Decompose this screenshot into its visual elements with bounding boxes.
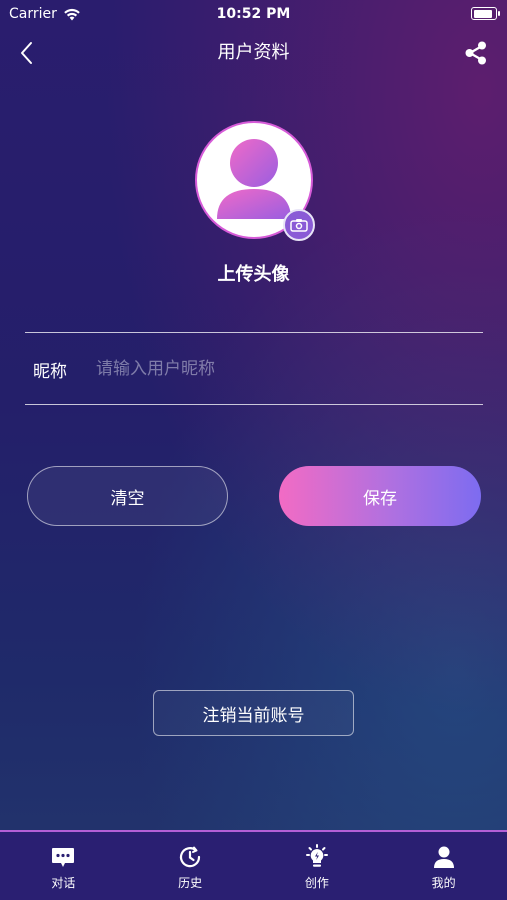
tab-create[interactable]: 创作 [254,832,381,900]
tab-history-label: 历史 [178,876,203,890]
bulb-icon [305,844,328,867]
page-title: 用户资料 [217,42,290,63]
history-icon [180,846,201,868]
status-time: 10:52 PM [216,6,291,22]
clear-button[interactable]: 清空 [27,466,228,526]
chat-icon [52,848,75,867]
save-button[interactable]: 保存 [279,466,481,526]
nav-bar: 用户资料 [0,28,507,78]
tab-chat[interactable]: 对话 [0,832,127,900]
tab-profile[interactable]: 我的 [380,832,507,900]
nickname-label: 昵称 [33,362,67,382]
avatar-upload[interactable] [195,121,315,241]
divider-bottom [25,404,483,405]
camera-icon [290,219,308,232]
tab-history[interactable]: 历史 [127,832,254,900]
battery-level [473,9,492,18]
upload-avatar-label: 上传头像 [217,264,290,285]
camera-button[interactable] [283,209,315,241]
logout-button-label: 注销当前账号 [202,705,305,726]
share-icon [465,41,486,65]
tab-profile-label: 我的 [431,876,456,890]
tab-chat-label: 对话 [51,876,76,890]
tab-bar: 对话 历史 创作 我的 [0,830,507,900]
status-bar: Carrier 10:52 PM [0,0,507,28]
save-button-label: 保存 [363,488,397,509]
nickname-input[interactable] [96,353,476,385]
tab-create-label: 创作 [304,876,329,890]
clear-button-label: 清空 [110,488,145,509]
logout-button[interactable]: 注销当前账号 [153,690,354,736]
share-button[interactable] [463,40,489,66]
divider-top [25,332,483,333]
battery-icon [471,7,500,20]
profile-icon [433,846,454,868]
